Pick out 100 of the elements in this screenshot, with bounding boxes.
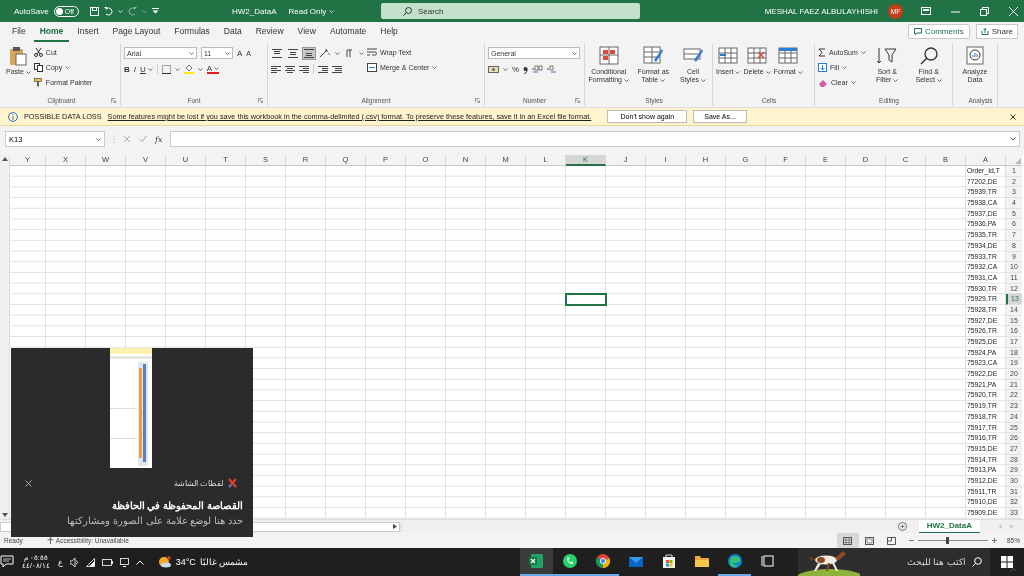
menu-tab[interactable]: Insert: [71, 26, 105, 42]
search-icon[interactable]: [403, 6, 412, 16]
fill-down-icon[interactable]: [818, 63, 827, 72]
windows-icon[interactable]: [1001, 556, 1013, 568]
menu-tab[interactable]: Page Layout: [106, 26, 167, 42]
align-right-icon[interactable]: [299, 64, 309, 74]
scroll-up-icon[interactable]: [1, 157, 8, 161]
percent-button[interactable]: %: [512, 63, 520, 75]
menu-tab[interactable]: Automate: [323, 26, 373, 42]
caret-icon[interactable]: [850, 81, 856, 84]
caret-icon[interactable]: [572, 51, 577, 55]
orientation-icon[interactable]: [319, 48, 331, 58]
restore-icon[interactable]: [980, 6, 989, 16]
align-left-icon[interactable]: [271, 64, 281, 74]
vertical-align-button[interactable]: [271, 47, 283, 59]
vertical-scrollbar[interactable]: [0, 155, 10, 519]
dialog-launcher-icon[interactable]: [258, 98, 263, 103]
caret-icon[interactable]: [841, 66, 847, 69]
caret-icon[interactable]: [797, 70, 803, 74]
italic-button[interactable]: I: [133, 63, 136, 75]
ribbon-display-icon[interactable]: [921, 7, 931, 15]
device-icon[interactable]: [119, 557, 129, 567]
table-brush-icon[interactable]: [642, 46, 665, 66]
scroll-down-icon[interactable]: [1, 513, 8, 517]
text-direction-icon[interactable]: [345, 48, 355, 58]
menu-tab[interactable]: Help: [374, 26, 404, 42]
caret-icon[interactable]: [623, 78, 629, 82]
customize-icon[interactable]: [151, 8, 159, 14]
insert-function-button[interactable]: fx: [155, 134, 163, 144]
format-cells-icon[interactable]: [777, 46, 800, 66]
dialog-launcher-icon[interactable]: [575, 98, 580, 103]
decrease-indent-icon[interactable]: [318, 64, 328, 74]
zoom-out-icon[interactable]: [909, 538, 914, 543]
caret-icon[interactable]: [359, 51, 364, 55]
zoom-in-icon[interactable]: [992, 538, 997, 543]
scissors-icon[interactable]: [33, 48, 43, 57]
scroll-right-icon[interactable]: [393, 524, 397, 529]
currency-icon[interactable]: [488, 64, 499, 74]
notification-body[interactable]: حدد هنا لوضع علامة على الصورة ومشاركتها: [67, 515, 243, 526]
vertical-align-button[interactable]: [303, 47, 315, 59]
search-field[interactable]: Search: [381, 3, 640, 19]
dialog-launcher-icon[interactable]: [111, 98, 116, 103]
merge-icon[interactable]: [367, 63, 377, 72]
comma-style-icon[interactable]: [523, 64, 529, 74]
temperature[interactable]: 34°C: [175, 557, 196, 567]
font-color-button[interactable]: A: [206, 64, 220, 74]
caret-icon[interactable]: [65, 66, 71, 69]
notification-title[interactable]: القصاصة المحفوظة في الحافظة: [111, 500, 243, 511]
sigma-icon[interactable]: [818, 48, 826, 57]
caret-icon[interactable]: [660, 78, 666, 82]
analyze-data-icon[interactable]: [964, 46, 986, 66]
delete-cells-icon[interactable]: [746, 46, 769, 66]
close-icon[interactable]: [1010, 113, 1016, 120]
fill-color-icon[interactable]: [183, 64, 194, 74]
caret-icon[interactable]: [225, 51, 230, 55]
caret-icon[interactable]: [503, 67, 508, 71]
caret-icon[interactable]: [860, 51, 866, 54]
comments-button[interactable]: Comments: [907, 24, 970, 39]
caret-icon[interactable]: [25, 70, 31, 74]
bold-button[interactable]: B: [124, 63, 130, 75]
weather-icon[interactable]: [157, 556, 172, 568]
zoom-slider-thumb[interactable]: [945, 537, 949, 544]
menu-tab[interactable]: File: [6, 26, 32, 42]
comment-icon[interactable]: [913, 28, 922, 35]
input-language[interactable]: ع: [57, 557, 63, 567]
volume-icon[interactable]: [69, 557, 79, 567]
underline-button[interactable]: U: [140, 63, 153, 75]
borders-icon[interactable]: [161, 64, 171, 74]
align-center-icon[interactable]: [285, 64, 295, 74]
eraser-icon[interactable]: [818, 78, 828, 87]
sheet-tab[interactable]: HW2_DataA: [918, 519, 980, 534]
copy-icon[interactable]: [33, 63, 43, 72]
caret-icon[interactable]: [96, 137, 101, 141]
selected-cell[interactable]: [565, 293, 607, 306]
increase-font-button[interactable]: A: [237, 47, 243, 59]
caret-icon[interactable]: [197, 67, 203, 71]
read-only-menu[interactable]: Read Only: [288, 6, 335, 16]
expand-icon[interactable]: [1010, 137, 1016, 141]
view-button[interactable]: [837, 533, 859, 548]
battery-icon[interactable]: [101, 558, 113, 566]
caret-icon[interactable]: [189, 51, 194, 55]
close-icon[interactable]: [25, 479, 32, 487]
caret-icon[interactable]: [214, 66, 220, 70]
caret-icon[interactable]: [147, 67, 153, 71]
notification-icon[interactable]: [0, 555, 14, 569]
increase-indent-icon[interactable]: [332, 64, 342, 74]
caret-icon[interactable]: [893, 78, 899, 82]
sort-filter-icon[interactable]: [876, 46, 899, 66]
weather-condition[interactable]: مشمس غالبًا: [199, 557, 249, 567]
search-icon[interactable]: [972, 557, 982, 567]
clipboard-icon[interactable]: [9, 46, 28, 66]
add-sheet-icon[interactable]: [897, 522, 907, 531]
caret-icon[interactable]: [174, 67, 180, 71]
caret-icon[interactable]: [335, 51, 340, 55]
dialog-launcher-icon[interactable]: [475, 98, 480, 103]
caret-icon[interactable]: [432, 66, 438, 69]
caret-icon[interactable]: [735, 70, 741, 74]
redo-icon[interactable]: [127, 6, 137, 16]
show-hidden-icons-icon[interactable]: [135, 559, 144, 565]
menu-tab[interactable]: Review: [249, 26, 290, 42]
